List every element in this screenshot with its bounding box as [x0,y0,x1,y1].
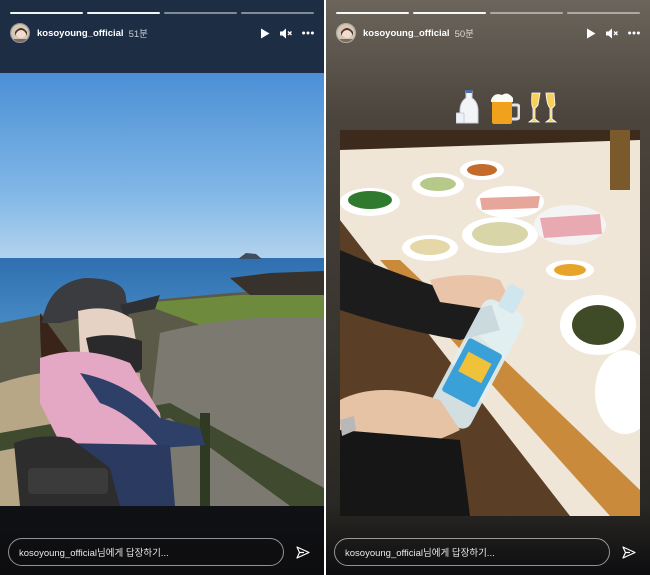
progress-segment [490,12,563,14]
send-icon[interactable] [616,545,642,559]
story-panel-right[interactable]: kosoyoung_official 50분 kosoyoung_officia… [326,0,650,575]
progress-segment [241,12,314,14]
play-icon[interactable] [260,28,270,39]
more-icon[interactable] [628,31,640,35]
story-header: kosoyoung_official 50분 [336,22,640,44]
progress-segment [567,12,640,14]
reply-bar: kosoyoung_official님에게 답장하기... [334,537,642,567]
mute-icon[interactable] [606,28,618,39]
username[interactable]: kosoyoung_official [37,28,124,39]
progress-segment [164,12,237,14]
reply-input[interactable]: kosoyoung_official님에게 답장하기... [334,538,610,566]
progress-segment [413,12,486,14]
progress-segment [336,12,409,14]
progress-segment [87,12,160,14]
mute-icon[interactable] [280,28,292,39]
post-time: 51분 [128,29,148,40]
progress-segment [10,12,83,14]
sake-bottle-icon [455,89,482,130]
champagne-icon [527,91,558,130]
story-photo-seaside [0,73,324,506]
post-time: 50분 [454,29,474,40]
story-photo-restaurant [340,130,640,516]
story-panel-left[interactable]: kosoyoung_official 51분 kosoyoung_officia… [0,0,324,575]
more-icon[interactable] [302,31,314,35]
reply-bar: kosoyoung_official님에게 답장하기... [8,537,316,567]
story-progress-bar [10,12,314,14]
avatar[interactable] [10,23,30,43]
story-header: kosoyoung_official 51분 [10,22,314,44]
username[interactable]: kosoyoung_official [363,28,450,39]
emoji-stickers [455,89,558,130]
send-icon[interactable] [290,545,316,559]
avatar[interactable] [336,23,356,43]
beer-mug-icon [490,91,521,130]
reply-input[interactable]: kosoyoung_official님에게 답장하기... [8,538,284,566]
story-progress-bar [336,12,640,14]
play-icon[interactable] [586,28,596,39]
